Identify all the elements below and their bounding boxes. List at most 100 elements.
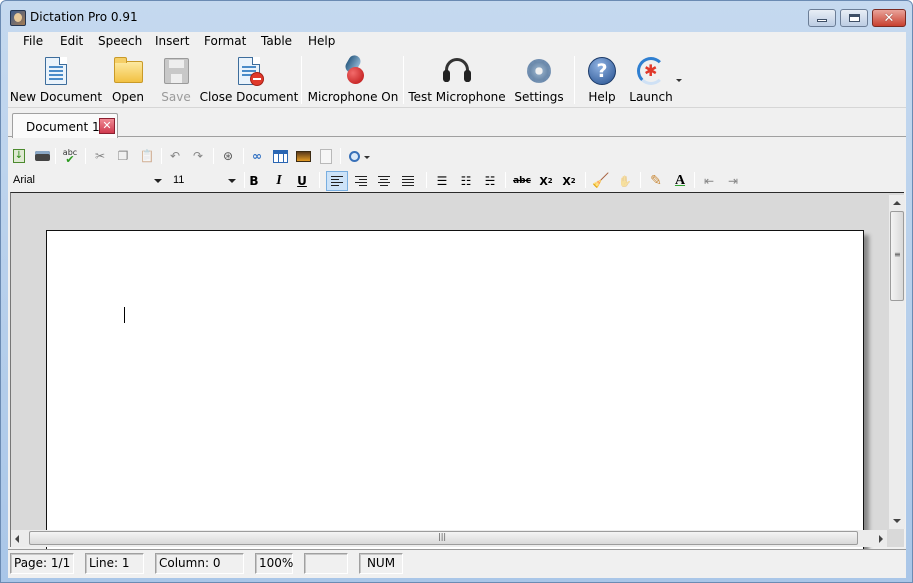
align-left-button[interactable]: [326, 171, 348, 191]
minimize-icon: [817, 19, 827, 22]
vertical-scroll-thumb[interactable]: ≡: [890, 211, 904, 301]
maximize-button[interactable]: [840, 9, 868, 27]
font-size-select[interactable]: 11: [170, 171, 240, 191]
format-painter-button[interactable]: ✋: [614, 171, 636, 191]
document-tabs: Document 1 ✕: [8, 109, 906, 138]
increase-indent-button[interactable]: ⇥: [722, 171, 744, 191]
menu-table[interactable]: Table: [257, 34, 296, 48]
status-page: Page: 1/1: [10, 553, 74, 574]
settings-button[interactable]: Settings: [513, 54, 565, 106]
tab-close-icon[interactable]: ✕: [99, 118, 115, 134]
launch-label: Launch: [629, 90, 673, 104]
page-break-icon[interactable]: [317, 147, 335, 165]
headset-icon: [441, 55, 473, 87]
microphone-on-button[interactable]: Microphone On: [307, 53, 399, 106]
zoom-icon[interactable]: [345, 147, 363, 165]
font-size-value: 11: [173, 174, 185, 186]
font-family-value: Arial: [13, 174, 36, 186]
app-icon[interactable]: [10, 10, 26, 26]
find-icon[interactable]: ⊛: [219, 147, 237, 165]
scroll-down-icon[interactable]: [893, 519, 901, 523]
horizontal-scrollbar[interactable]: |||: [11, 530, 887, 547]
spellcheck-icon[interactable]: abc ✔: [61, 147, 79, 165]
redo-icon[interactable]: ↷: [189, 147, 207, 165]
new-document-button[interactable]: New Document: [10, 54, 102, 106]
subscript-mark: 2: [547, 177, 553, 185]
status-num-lock: NUM: [359, 553, 403, 574]
separator: [243, 148, 244, 164]
export-icon[interactable]: ↓: [10, 147, 28, 165]
numbered-list-button[interactable]: ☷: [455, 171, 477, 191]
chevron-down-icon: [228, 179, 236, 183]
text-color-button[interactable]: A: [669, 171, 691, 191]
microphone-on-label: Microphone On: [307, 90, 399, 104]
underline-button[interactable]: U: [291, 171, 313, 191]
save-icon: [160, 55, 192, 87]
help-button[interactable]: ? Help: [584, 54, 620, 106]
document-editor[interactable]: ≡ |||: [10, 192, 905, 550]
clear-format-button[interactable]: 🧹: [590, 171, 612, 191]
status-bar: Page: 1/1 Line: 1 Column: 0 100% NUM: [8, 549, 906, 578]
print-icon[interactable]: [33, 147, 51, 165]
separator: [426, 172, 427, 188]
bullet-list-button[interactable]: ☰: [431, 171, 453, 191]
align-center-button[interactable]: [373, 171, 395, 191]
grip-icon: |||: [438, 532, 447, 541]
insert-image-icon[interactable]: [294, 147, 312, 165]
bold-button[interactable]: B: [243, 171, 265, 191]
align-right-button[interactable]: [350, 171, 372, 191]
copy-icon[interactable]: ❐: [114, 147, 132, 165]
launch-button[interactable]: ✱ Launch: [628, 54, 674, 106]
window-title: Dictation Pro 0.91: [30, 10, 138, 24]
cut-icon[interactable]: ✂: [91, 147, 109, 165]
multilevel-list-button[interactable]: ☵: [479, 171, 501, 191]
menu-file[interactable]: File: [19, 34, 47, 48]
separator: [55, 148, 56, 164]
main-toolbar: New Document Open Save Close Document Mi…: [8, 52, 906, 108]
separator: [694, 172, 695, 188]
close-document-icon: [233, 55, 265, 87]
save-button[interactable]: Save: [156, 54, 196, 106]
align-justify-button[interactable]: [397, 171, 419, 191]
vertical-scrollbar[interactable]: ≡: [889, 195, 905, 529]
numbered-list-icon: ☷: [460, 173, 472, 188]
scroll-up-icon[interactable]: [893, 201, 901, 205]
launch-dropdown-icon[interactable]: [676, 79, 682, 82]
superscript-mark: 2: [570, 177, 576, 185]
status-blank: [304, 553, 348, 574]
undo-icon[interactable]: ↶: [166, 147, 184, 165]
font-family-select[interactable]: Arial: [10, 171, 166, 191]
test-microphone-button[interactable]: Test Microphone: [408, 54, 506, 106]
hyperlink-icon[interactable]: ∞: [248, 147, 266, 165]
menu-insert[interactable]: Insert: [151, 34, 193, 48]
scroll-right-icon[interactable]: [879, 535, 883, 543]
table-icon[interactable]: [271, 147, 289, 165]
open-button[interactable]: Open: [106, 54, 150, 106]
strikethrough-button[interactable]: abc: [511, 171, 533, 191]
decrease-indent-button[interactable]: ⇤: [698, 171, 720, 191]
superscript-button[interactable]: X2: [558, 171, 580, 191]
document-page[interactable]: [46, 230, 864, 550]
italic-button[interactable]: I: [268, 171, 290, 191]
subscript-button[interactable]: X2: [535, 171, 557, 191]
menu-edit[interactable]: Edit: [56, 34, 87, 48]
separator: [85, 148, 86, 164]
multilevel-list-icon: ☵: [484, 173, 496, 188]
folder-icon: [112, 55, 144, 87]
title-bar[interactable]: Dictation Pro 0.91 ✕: [1, 1, 912, 32]
highlight-color-button[interactable]: ✎: [645, 171, 667, 191]
menu-format[interactable]: Format: [200, 34, 250, 48]
scroll-left-icon[interactable]: [15, 535, 19, 543]
close-document-button[interactable]: Close Document: [200, 54, 298, 106]
paste-icon[interactable]: 📋: [138, 147, 156, 165]
zoom-dropdown-icon[interactable]: [364, 156, 370, 159]
maximize-icon: [848, 14, 860, 22]
menu-speech[interactable]: Speech: [94, 34, 146, 48]
horizontal-scroll-thumb[interactable]: |||: [29, 531, 858, 545]
close-button[interactable]: ✕: [872, 9, 906, 27]
tab-document-1[interactable]: Document 1 ✕: [12, 113, 118, 138]
status-column: Column: 0: [155, 553, 244, 574]
separator: [213, 148, 214, 164]
menu-help[interactable]: Help: [304, 34, 339, 48]
minimize-button[interactable]: [808, 9, 836, 27]
